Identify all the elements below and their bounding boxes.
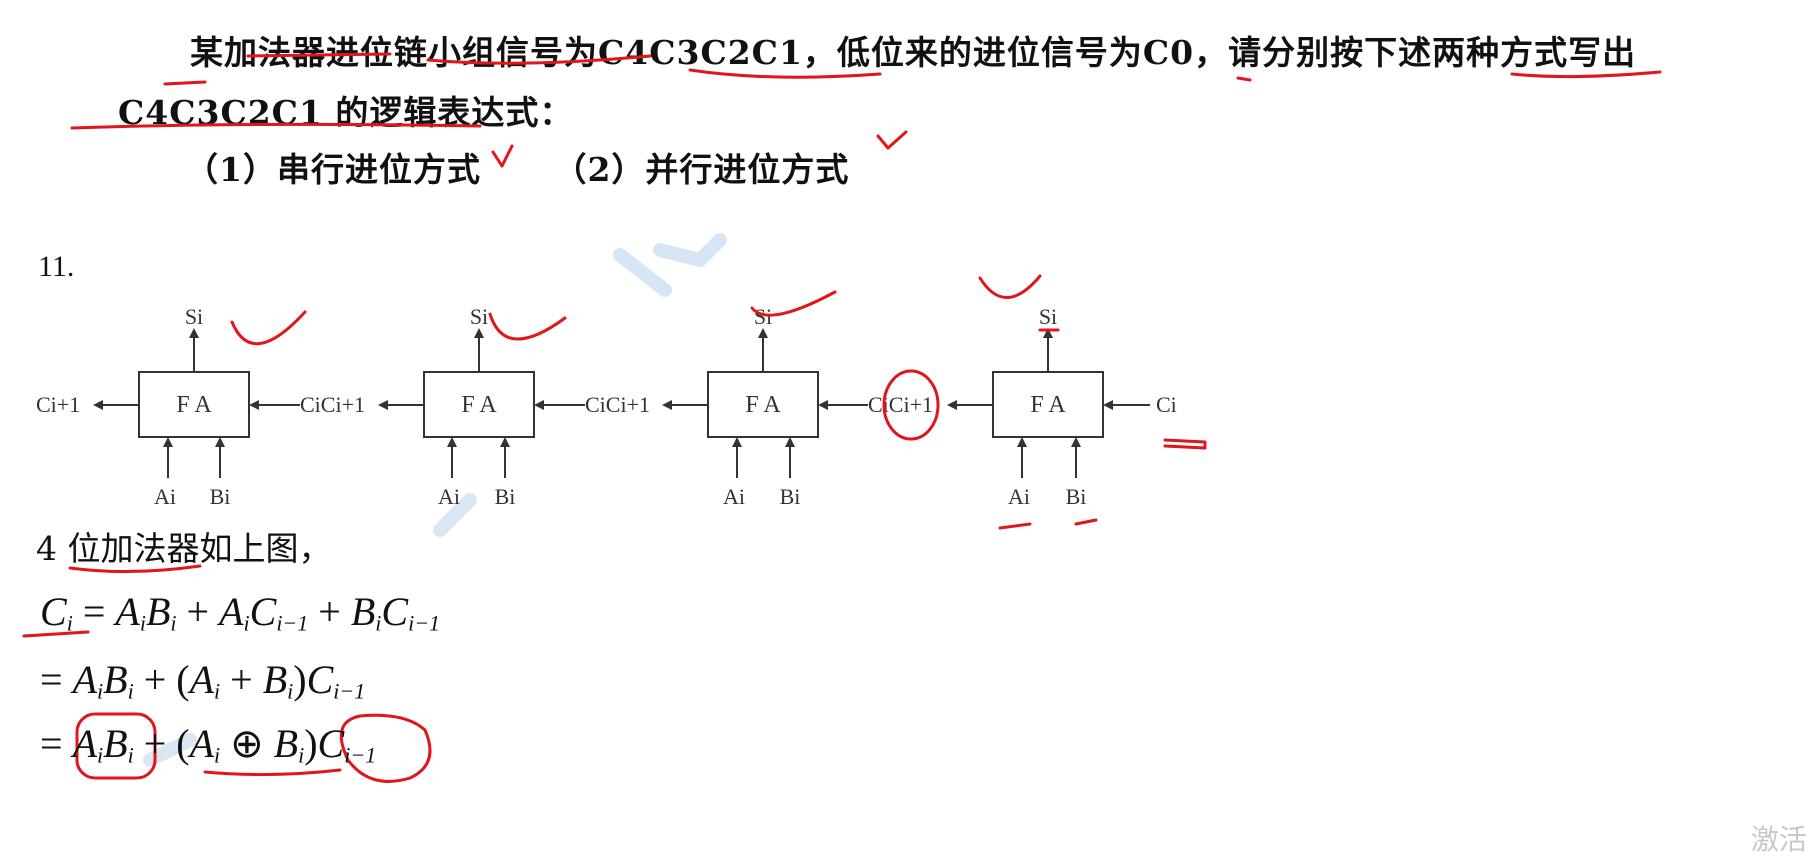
input-b-label: Bi [210, 484, 231, 509]
carry-between-label: CiCi+1 [585, 392, 650, 417]
carry-between-label: CiCi+1 [300, 392, 365, 417]
carry-between-label: CiCi+1 [868, 392, 933, 417]
fa-label: F A [745, 392, 781, 418]
formula-line-1: Ci = AiBi + AiCi−1 + BiCi−1 [40, 589, 441, 636]
sum-label: Si [1039, 304, 1057, 329]
watermark: 激活 [1750, 823, 1807, 856]
fa-block-1: F A Si Ci+1 CiCi+1 Ai Bi [36, 304, 365, 509]
input-a-label: Ai [723, 484, 745, 509]
input-b-label: Bi [1066, 484, 1087, 509]
input-b-label: Bi [780, 484, 801, 509]
fa-label: F A [461, 392, 497, 418]
fa-label: F A [176, 392, 212, 418]
formula-line-2: = AiBi + (Ai + Bi)Ci−1 [40, 657, 366, 704]
sum-label: Si [185, 304, 203, 329]
input-a-label: Ai [154, 484, 176, 509]
fa-block-4: F A Si Ci Ai Bi [947, 304, 1177, 509]
input-a-label: Ai [1008, 484, 1030, 509]
input-b-label: Bi [495, 484, 516, 509]
answer-caption: 4 位加法器如上图， [36, 529, 332, 568]
carry-in-label: Ci [1156, 392, 1177, 417]
sum-label: Si [470, 304, 488, 329]
input-a-label: Ai [438, 484, 460, 509]
fa-block-3: F A Si CiCi+1 Ai Bi [662, 304, 933, 509]
formula-line-3: = AiBi + (Ai ⊕ Bi)Ci−1 [40, 721, 377, 768]
carry-out-label: Ci+1 [36, 392, 80, 417]
fa-block-2: F A Si CiCi+1 Ai Bi [378, 304, 650, 509]
fa-label: F A [1030, 392, 1066, 418]
